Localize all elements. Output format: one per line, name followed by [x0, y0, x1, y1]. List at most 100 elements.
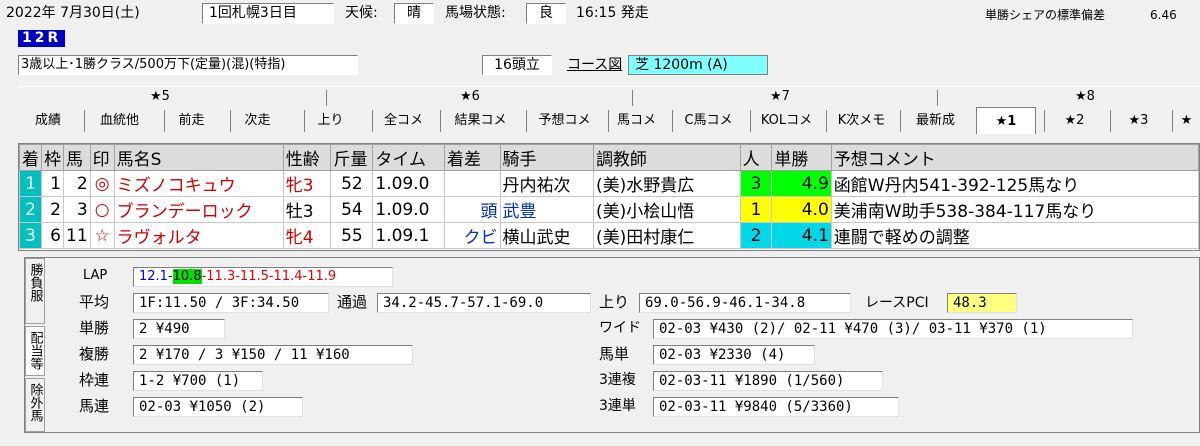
- lap-first: 12.1-: [139, 269, 173, 284]
- finish-position: 1: [19, 170, 42, 197]
- tab-prediction-comments[interactable]: 予想コメ: [526, 110, 602, 132]
- quinella-label: 馬連: [79, 397, 110, 415]
- margin: [444, 170, 501, 197]
- win-odds: 4.0: [771, 196, 832, 223]
- race-class: 3歳以上･1勝クラス/500万下(定量)(混)(特指): [18, 55, 358, 75]
- col-header-mark[interactable]: 印: [89, 144, 115, 171]
- wide-payout: 02-03 ¥430 (2)/ 02-11 ¥470 (3)/ 03-11 ¥3…: [653, 319, 1133, 339]
- race-pci-label: レースPCI: [865, 295, 929, 311]
- tab-previous-race[interactable]: 前走: [164, 110, 218, 132]
- col-header-prediction-comment[interactable]: 予想コメント: [830, 144, 1200, 171]
- jockey: 横山武史: [499, 222, 594, 249]
- exacta-label: 馬単: [599, 345, 630, 363]
- tab-kol-comments[interactable]: KOLコメ: [750, 110, 822, 132]
- star-divider: [326, 90, 327, 106]
- bracket-number: 6: [41, 222, 64, 249]
- star-group-8: ★8: [1075, 89, 1095, 104]
- col-header-sex-age[interactable]: 性齢: [282, 144, 332, 171]
- bracket-number: 2: [41, 196, 64, 223]
- tab-latest-results[interactable]: 最新成: [900, 110, 970, 132]
- margin: 頭: [444, 196, 501, 223]
- tab-star-3[interactable]: ★3: [1110, 110, 1166, 132]
- horse-name[interactable]: ラヴォルタ: [113, 222, 284, 249]
- horse-number: 11: [63, 222, 91, 249]
- race-number-badge: 12R: [18, 30, 66, 47]
- stddev-value: 6.46: [1150, 8, 1177, 22]
- table-row[interactable]: 2 2 3 ○ ブランデーロック 牡3 54 1.09.0 頭 武豊 (美)小桧…: [19, 196, 1200, 223]
- tab-c-horse-comments[interactable]: C馬コメ: [672, 110, 744, 132]
- popularity: 1: [739, 196, 773, 223]
- tab-all-comments[interactable]: 全コメ: [372, 110, 434, 132]
- bracket-quinella-label: 枠連: [79, 371, 110, 389]
- col-header-weight[interactable]: 斤量: [330, 144, 374, 171]
- tab-pedigree[interactable]: 血統他: [84, 110, 154, 132]
- finish-time: 1.09.0: [372, 170, 446, 197]
- table-row[interactable]: 3 6 11 ☆ ラヴォルタ 牝4 55 1.09.1 クビ 横山武史 (美)田…: [19, 222, 1200, 249]
- star-divider: [937, 90, 938, 106]
- win-label: 単勝: [79, 319, 110, 337]
- side-tab-excluded[interactable]: 除外馬: [25, 378, 45, 432]
- carried-weight: 54: [330, 196, 374, 223]
- col-header-bracket[interactable]: 枠: [41, 144, 64, 171]
- horse-name[interactable]: ブランデーロック: [113, 196, 284, 223]
- side-tab-silks[interactable]: 勝負服: [25, 258, 45, 324]
- col-header-popularity[interactable]: 人: [739, 144, 773, 171]
- trio-payout: 02-03-11 ¥1890 (1/560): [653, 371, 883, 391]
- tab-last-3f[interactable]: 上り: [304, 110, 356, 132]
- tab-k-next-memo[interactable]: K次メモ: [826, 110, 896, 132]
- prediction-mark: ☆: [89, 222, 115, 249]
- win-odds: 4.9: [771, 170, 832, 197]
- table-row[interactable]: 1 1 2 ◎ ミズノコキュウ 牝3 52 1.09.0 丹内祐次 (美)水野貴…: [19, 170, 1200, 197]
- exacta-payout: 02-03 ¥2330 (4): [653, 345, 815, 365]
- race-pci-value: 48.3: [947, 293, 1017, 313]
- tab-horse-comments[interactable]: 馬コメ: [608, 110, 664, 132]
- horse-number: 3: [63, 196, 91, 223]
- horse-name[interactable]: ミズノコキュウ: [113, 170, 284, 197]
- tab-star-more[interactable]: ★: [1172, 110, 1200, 132]
- quinella-payout: 02-03 ¥1050 (2): [133, 397, 303, 417]
- prediction-comment: 連闘で軽めの調整: [830, 222, 1200, 249]
- horse-number: 2: [63, 170, 91, 197]
- last-section-label: 上り: [599, 293, 630, 311]
- col-header-finish[interactable]: 着: [19, 144, 42, 171]
- runner-count: 16頭立: [482, 55, 552, 75]
- tab-results[interactable]: 成績: [24, 110, 72, 132]
- results-grid: 着 枠 馬 印 馬名S 性齢 斤量 タイム 着差 騎手 調教師 人 単勝 予想コ…: [18, 143, 1200, 251]
- weather-label: 天候:: [345, 5, 378, 21]
- col-header-number[interactable]: 馬: [63, 144, 91, 171]
- sex-age: 牝4: [282, 222, 332, 249]
- meeting-info: 1回札幌3日目: [202, 3, 334, 24]
- trio-label: 3連複: [599, 372, 636, 388]
- popularity: 2: [739, 222, 773, 249]
- star-group-5: ★5: [150, 89, 170, 104]
- tab-star-2[interactable]: ★2: [1044, 110, 1104, 132]
- col-header-margin[interactable]: 着差: [444, 144, 501, 171]
- tab-star-1[interactable]: ★1: [976, 107, 1036, 134]
- carried-weight: 55: [330, 222, 374, 249]
- tab-next-race[interactable]: 次走: [230, 110, 284, 132]
- course-value: 芝 1200m (A): [628, 55, 768, 75]
- col-header-jockey[interactable]: 騎手: [499, 144, 594, 171]
- col-header-time[interactable]: タイム: [372, 144, 446, 171]
- col-header-trainer[interactable]: 調教師: [592, 144, 741, 171]
- margin: クビ: [444, 222, 501, 249]
- track-condition-label: 馬場状態:: [445, 5, 506, 21]
- col-header-win-odds[interactable]: 単勝: [771, 144, 832, 171]
- stddev-label: 単勝シェアの標準偏差: [985, 8, 1106, 22]
- prediction-comment: 美浦南W助手538-384-117馬なり: [830, 196, 1200, 223]
- tab-result-comments[interactable]: 結果コメ: [440, 110, 520, 132]
- trifecta-payout: 02-03-11 ¥9840 (5/3360): [653, 397, 899, 417]
- finish-position: 2: [19, 196, 42, 223]
- finish-time: 1.09.1: [372, 222, 446, 249]
- finish-position: 3: [19, 222, 42, 249]
- side-tab-silks-label: 勝負服: [27, 263, 43, 302]
- trainer: (美)水野貴広: [592, 170, 741, 197]
- side-tab-payouts[interactable]: 配当等: [25, 326, 45, 376]
- star-group-6: ★6: [460, 89, 480, 104]
- side-tab-excluded-label: 除外馬: [27, 383, 43, 422]
- col-header-horse-name[interactable]: 馬名S: [113, 144, 284, 171]
- course-map-link[interactable]: コース図: [567, 56, 622, 74]
- jockey: 丹内祐次: [499, 170, 594, 197]
- star-divider: [632, 90, 633, 106]
- lap-rest: -11.3-11.5-11.4-11.9: [201, 269, 337, 284]
